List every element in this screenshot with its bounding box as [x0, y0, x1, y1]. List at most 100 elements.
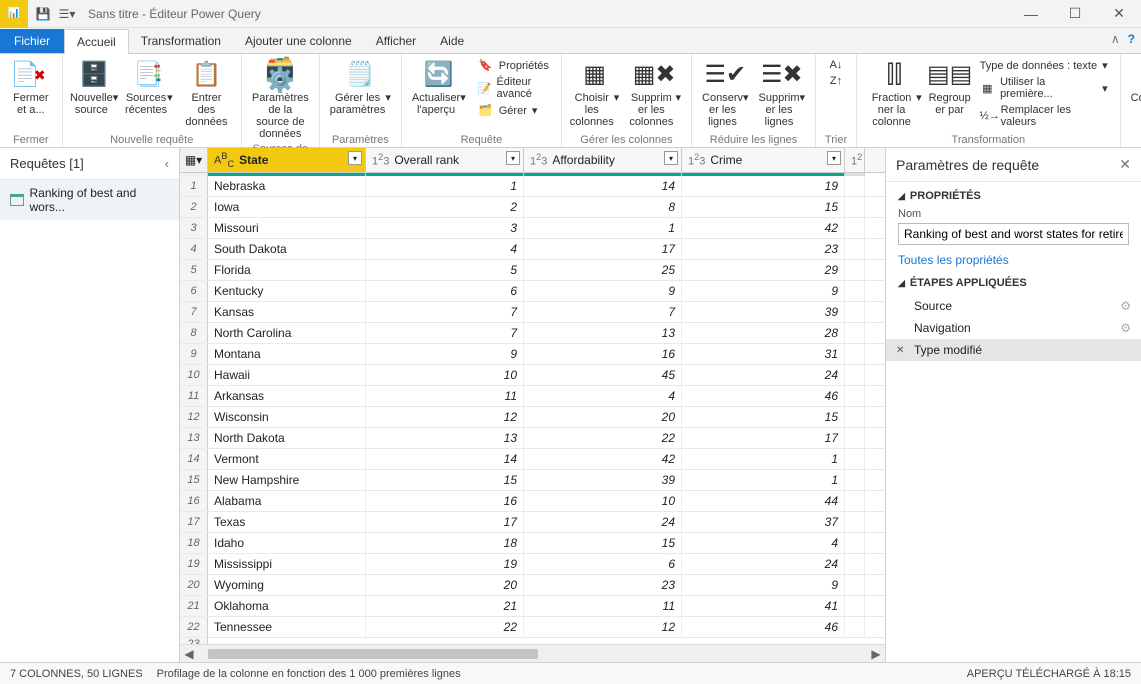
cell-affordability[interactable]: 10 — [524, 491, 682, 511]
cell-crime[interactable]: 1 — [682, 449, 845, 469]
cell-affordability[interactable]: 42 — [524, 449, 682, 469]
cell-overall-rank[interactable]: 1 — [366, 176, 524, 196]
query-item[interactable]: Ranking of best and wors... — [0, 180, 179, 220]
all-properties-link[interactable]: Toutes les propriétés — [898, 253, 1009, 267]
cell-crime[interactable]: 42 — [682, 218, 845, 238]
step-navigation[interactable]: Navigation⚙ — [886, 317, 1141, 339]
tab-home[interactable]: Accueil — [64, 29, 129, 54]
recent-sources-button[interactable]: 📑 Sources récentes ▾ — [122, 56, 176, 130]
cell-affordability[interactable]: 39 — [524, 470, 682, 490]
table-row[interactable]: 9Montana91631 — [180, 344, 885, 365]
cell-state[interactable]: Montana — [208, 344, 366, 364]
table-row[interactable]: 18Idaho18154 — [180, 533, 885, 554]
scroll-left-icon[interactable]: ◀ — [180, 647, 198, 661]
cell-crime[interactable]: 28 — [682, 323, 845, 343]
table-row[interactable]: 13North Dakota132217 — [180, 428, 885, 449]
cell-crime[interactable]: 15 — [682, 197, 845, 217]
advanced-editor-button[interactable]: 📝Éditeur avancé — [476, 75, 551, 101]
scroll-right-icon[interactable]: ▶ — [867, 647, 885, 661]
remove-columns-button[interactable]: ▦✖ Supprim er les colonnes ▾ — [623, 56, 685, 130]
cell-overall-rank[interactable]: 18 — [366, 533, 524, 553]
cell-affordability[interactable]: 23 — [524, 575, 682, 595]
cell-affordability[interactable]: 9 — [524, 281, 682, 301]
table-row[interactable]: 4South Dakota41723 — [180, 239, 885, 260]
cell-affordability[interactable]: 15 — [524, 533, 682, 553]
cell-state[interactable]: Idaho — [208, 533, 366, 553]
cell-state[interactable]: New Hampshire — [208, 470, 366, 490]
data-type-button[interactable]: Type de données : texte ▾ — [978, 58, 1110, 73]
gear-icon[interactable]: ⚙ — [1120, 299, 1131, 313]
cell-state[interactable]: Texas — [208, 512, 366, 532]
table-row[interactable]: 15New Hampshire15391 — [180, 470, 885, 491]
tab-file[interactable]: Fichier — [0, 29, 64, 53]
cell-overall-rank[interactable]: 7 — [366, 323, 524, 343]
qat-dropdown-icon[interactable]: ☰▾ — [58, 5, 76, 23]
cell-state[interactable]: Wisconsin — [208, 407, 366, 427]
cell-state[interactable]: Nebraska — [208, 176, 366, 196]
table-row[interactable]: 8North Carolina71328 — [180, 323, 885, 344]
tab-add-column[interactable]: Ajouter une colonne — [233, 29, 364, 53]
table-row[interactable]: 3Missouri3142 — [180, 218, 885, 239]
cell-crime[interactable]: 9 — [682, 281, 845, 301]
status-profiling[interactable]: Profilage de la colonne en fonction des … — [157, 668, 461, 680]
cell-affordability[interactable]: 13 — [524, 323, 682, 343]
cell-overall-rank[interactable]: 17 — [366, 512, 524, 532]
cell-overall-rank[interactable]: 2 — [366, 197, 524, 217]
gear-icon[interactable]: ⚙ — [1120, 321, 1131, 335]
cell-overall-rank[interactable]: 7 — [366, 302, 524, 322]
cell-crime[interactable]: 31 — [682, 344, 845, 364]
cell-affordability[interactable]: 6 — [524, 554, 682, 574]
cell-overall-rank[interactable]: 20 — [366, 575, 524, 595]
column-header-overall-rank[interactable]: 123 Overall rank ▾ — [366, 148, 524, 172]
column-header-affordability[interactable]: 123 Affordability ▾ — [524, 148, 682, 172]
cell-crime[interactable]: 24 — [682, 554, 845, 574]
sort-desc-button[interactable]: Z↑ — [826, 74, 846, 88]
table-row[interactable]: 12Wisconsin122015 — [180, 407, 885, 428]
cell-state[interactable]: Florida — [208, 260, 366, 280]
combine-button[interactable]: ⧉ Combiner▾ — [1127, 56, 1141, 130]
close-apply-button[interactable]: 📄✖ Fermer et a... — [6, 56, 56, 130]
cell-overall-rank[interactable]: 10 — [366, 365, 524, 385]
enter-data-button[interactable]: 📋 Entrer des données — [178, 56, 235, 130]
cell-overall-rank[interactable]: 11 — [366, 386, 524, 406]
cell-state[interactable]: North Dakota — [208, 428, 366, 448]
cell-crime[interactable]: 17 — [682, 428, 845, 448]
cell-overall-rank[interactable]: 15 — [366, 470, 524, 490]
cell-affordability[interactable]: 17 — [524, 239, 682, 259]
cell-crime[interactable]: 41 — [682, 596, 845, 616]
group-by-button[interactable]: ▤▤ Regroup er par — [928, 56, 972, 131]
cell-state[interactable]: South Dakota — [208, 239, 366, 259]
manage-params-button[interactable]: 🗒️ Gérer les paramètres ▾ — [326, 56, 395, 130]
properties-button[interactable]: 🔖Propriétés — [476, 58, 551, 73]
cell-affordability[interactable]: 7 — [524, 302, 682, 322]
cell-affordability[interactable]: 8 — [524, 197, 682, 217]
table-row[interactable]: 10Hawaii104524 — [180, 365, 885, 386]
filter-dropdown-icon[interactable]: ▾ — [664, 151, 678, 165]
cell-overall-rank[interactable]: 6 — [366, 281, 524, 301]
cell-state[interactable]: Iowa — [208, 197, 366, 217]
table-row[interactable]: 14Vermont14421 — [180, 449, 885, 470]
cell-crime[interactable]: 24 — [682, 365, 845, 385]
split-column-button[interactable]: ⫿⫿ Fraction ner la colonne ▾ — [863, 56, 926, 131]
cell-state[interactable]: Arkansas — [208, 386, 366, 406]
table-row[interactable]: 5Florida52529 — [180, 260, 885, 281]
table-row[interactable]: 17Texas172437 — [180, 512, 885, 533]
cell-affordability[interactable]: 25 — [524, 260, 682, 280]
refresh-preview-button[interactable]: 🔄 Actualiser l'aperçu ▾ — [408, 56, 470, 130]
table-row[interactable]: 19Mississippi19624 — [180, 554, 885, 575]
column-header-state[interactable]: ABC State ▾ — [208, 148, 366, 172]
cell-state[interactable]: Mississippi — [208, 554, 366, 574]
cell-crime[interactable]: 23 — [682, 239, 845, 259]
manage-query-button[interactable]: 🗂️Gérer ▾ — [476, 103, 551, 118]
new-source-button[interactable]: 🗄️ Nouvelle source ▾ — [69, 56, 120, 130]
cell-affordability[interactable]: 16 — [524, 344, 682, 364]
cell-overall-rank[interactable]: 4 — [366, 239, 524, 259]
tab-help[interactable]: Aide — [428, 29, 476, 53]
filter-dropdown-icon[interactable]: ▾ — [827, 151, 841, 165]
cell-crime[interactable]: 37 — [682, 512, 845, 532]
cell-state[interactable]: Missouri — [208, 218, 366, 238]
table-row[interactable]: 11Arkansas11446 — [180, 386, 885, 407]
cell-state[interactable]: Kentucky — [208, 281, 366, 301]
replace-values-button[interactable]: ½→Remplacer les valeurs — [978, 103, 1110, 129]
close-settings-icon[interactable]: ✕ — [1119, 156, 1131, 173]
